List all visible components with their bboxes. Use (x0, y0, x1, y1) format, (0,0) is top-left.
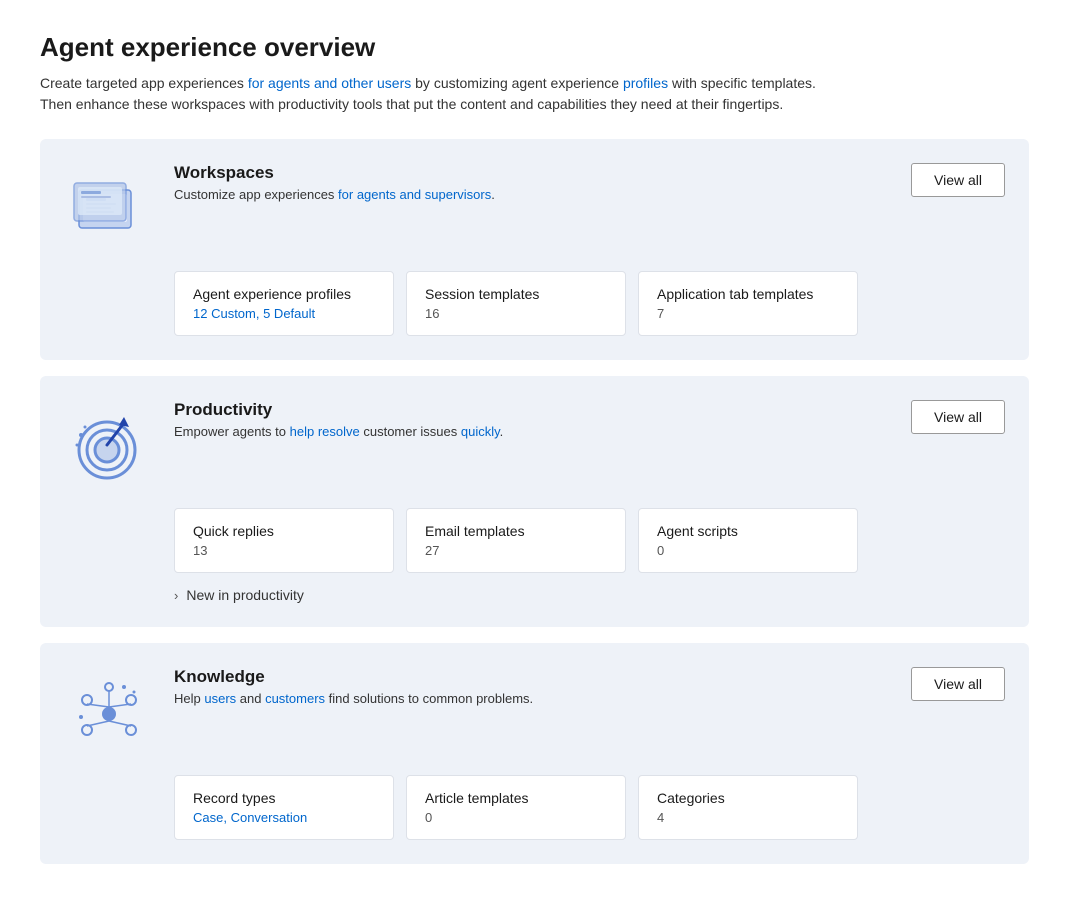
new-in-productivity[interactable]: › New in productivity (174, 587, 1005, 603)
session-templates-card[interactable]: Session templates 16 (406, 271, 626, 336)
productivity-subtitle-link2[interactable]: quickly (461, 424, 500, 439)
email-templates-value: 27 (425, 543, 607, 558)
desc-link-1[interactable]: for agents and other users (248, 75, 411, 91)
article-templates-card[interactable]: Article templates 0 (406, 775, 626, 840)
knowledge-view-all-button[interactable]: View all (911, 667, 1005, 701)
productivity-cards: Quick replies 13 Email templates 27 Agen… (174, 508, 1005, 573)
app-tab-templates-value: 7 (657, 306, 839, 321)
record-types-card[interactable]: Record types Case, Conversation (174, 775, 394, 840)
workspaces-subtitle: Customize app experiences for agents and… (174, 187, 911, 202)
page-description: Create targeted app experiences for agen… (40, 73, 820, 115)
session-templates-label: Session templates (425, 286, 607, 302)
categories-label: Categories (657, 790, 839, 806)
knowledge-subtitle-link1[interactable]: users (204, 691, 236, 706)
workspaces-header: Workspaces Customize app experiences for… (64, 163, 1005, 253)
agent-scripts-value: 0 (657, 543, 839, 558)
workspaces-title-area: Workspaces Customize app experiences for… (174, 163, 911, 202)
productivity-title-area: Productivity Empower agents to help reso… (174, 400, 911, 439)
knowledge-viewall-area: View all (911, 667, 1005, 701)
desc-link-2[interactable]: profiles (623, 75, 668, 91)
application-tab-templates-card[interactable]: Application tab templates 7 (638, 271, 858, 336)
article-templates-label: Article templates (425, 790, 607, 806)
categories-card[interactable]: Categories 4 (638, 775, 858, 840)
agent-experience-profiles-card[interactable]: Agent experience profiles 12 Custom, 5 D… (174, 271, 394, 336)
chevron-right-icon: › (174, 588, 178, 603)
knowledge-subtitle: Help users and customers find solutions … (174, 691, 911, 706)
quick-replies-value: 13 (193, 543, 375, 558)
productivity-view-all-button[interactable]: View all (911, 400, 1005, 434)
new-in-productivity-label: New in productivity (186, 587, 304, 603)
knowledge-cards: Record types Case, Conversation Article … (174, 775, 1005, 840)
workspaces-section: Workspaces Customize app experiences for… (40, 139, 1029, 360)
workspaces-title: Workspaces (174, 163, 911, 183)
agent-profiles-label: Agent experience profiles (193, 286, 375, 302)
record-types-value[interactable]: Case, Conversation (193, 810, 375, 825)
categories-value: 4 (657, 810, 839, 825)
record-types-label: Record types (193, 790, 375, 806)
workspaces-cards: Agent experience profiles 12 Custom, 5 D… (174, 271, 1005, 336)
workspaces-view-all-button[interactable]: View all (911, 163, 1005, 197)
agent-scripts-card[interactable]: Agent scripts 0 (638, 508, 858, 573)
page-container: Agent experience overview Create targete… (0, 0, 1069, 920)
productivity-subtitle: Empower agents to help resolve customer … (174, 424, 911, 439)
quick-replies-card[interactable]: Quick replies 13 (174, 508, 394, 573)
knowledge-title: Knowledge (174, 667, 911, 687)
productivity-subtitle-link1[interactable]: help resolve (290, 424, 360, 439)
productivity-title: Productivity (174, 400, 911, 420)
productivity-icon (64, 400, 154, 490)
email-templates-label: Email templates (425, 523, 607, 539)
app-tab-templates-label: Application tab templates (657, 286, 839, 302)
quick-replies-label: Quick replies (193, 523, 375, 539)
page-title: Agent experience overview (40, 32, 1029, 63)
workspaces-viewall-area: View all (911, 163, 1005, 197)
knowledge-section: Knowledge Help users and customers find … (40, 643, 1029, 864)
productivity-section: Productivity Empower agents to help reso… (40, 376, 1029, 627)
knowledge-header: Knowledge Help users and customers find … (64, 667, 1005, 757)
agent-profiles-value[interactable]: 12 Custom, 5 Default (193, 306, 375, 321)
email-templates-card[interactable]: Email templates 27 (406, 508, 626, 573)
knowledge-icon (64, 667, 154, 757)
session-templates-value: 16 (425, 306, 607, 321)
workspaces-icon (64, 163, 154, 253)
knowledge-title-area: Knowledge Help users and customers find … (174, 667, 911, 706)
productivity-viewall-area: View all (911, 400, 1005, 434)
workspaces-subtitle-link[interactable]: for agents and supervisors (338, 187, 491, 202)
knowledge-subtitle-link2[interactable]: customers (265, 691, 325, 706)
article-templates-value: 0 (425, 810, 607, 825)
agent-scripts-label: Agent scripts (657, 523, 839, 539)
productivity-header: Productivity Empower agents to help reso… (64, 400, 1005, 490)
